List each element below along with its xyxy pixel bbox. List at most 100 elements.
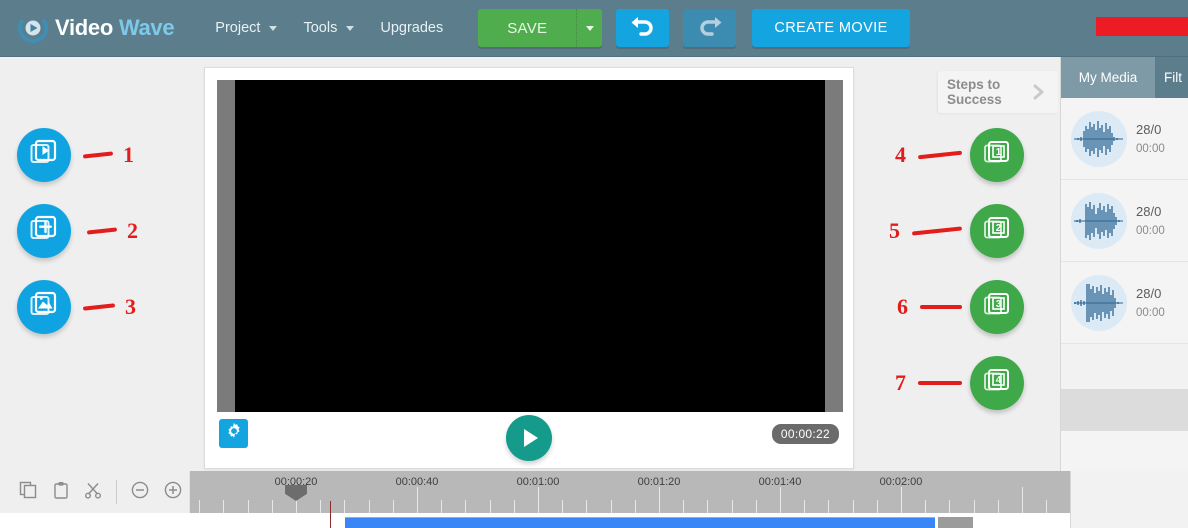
list-item[interactable]: 28/0 00:00	[1061, 180, 1188, 262]
tab-filters[interactable]: Filt	[1155, 57, 1188, 98]
video-preview-panel: 00:00:22	[204, 67, 854, 469]
step-button-2[interactable]: 2	[970, 204, 1024, 258]
add-image-button[interactable]	[17, 280, 71, 334]
zoom-in-button[interactable]	[157, 475, 189, 509]
toolbar-divider	[116, 480, 118, 504]
swirl-play-logo-icon	[18, 13, 48, 43]
ruler-tick-minor	[925, 500, 927, 513]
ruler-tick-major	[1022, 487, 1023, 513]
gear-icon	[225, 422, 243, 445]
list-item[interactable]: 28/0 00:00	[1061, 262, 1188, 344]
paste-button[interactable]	[44, 475, 76, 509]
stacked-image-icon	[29, 290, 59, 325]
ruler-time-label: 00:01:00	[516, 476, 560, 488]
redo-button[interactable]	[683, 9, 737, 47]
rail-row-2: 2	[17, 204, 138, 258]
ruler-tick-minor	[562, 500, 564, 513]
chevron-down-icon	[269, 25, 278, 31]
step-row-4: 7 4	[862, 356, 1032, 410]
stacked-frame-1-icon: 1	[982, 138, 1012, 173]
cut-button[interactable]	[77, 475, 109, 509]
nav-item-tools[interactable]: Tools	[290, 14, 367, 42]
paste-icon	[52, 481, 70, 504]
add-media-button[interactable]	[17, 204, 71, 258]
callout-number: 6	[897, 294, 908, 319]
timeline: 00:00:20 00:00:40 00:01:00 00:01:20 00:01:40…	[0, 471, 1188, 528]
step-button-1[interactable]: 1	[970, 128, 1024, 182]
preview-timecode: 00:00:22	[771, 424, 839, 444]
media-duration: 00:00	[1136, 143, 1165, 155]
ruler-tick-minor	[997, 500, 999, 513]
callout-5: 5	[862, 218, 963, 244]
add-video-button[interactable]	[17, 128, 71, 182]
timeline-clip-secondary[interactable]	[938, 517, 973, 528]
tab-my-media[interactable]: My Media	[1061, 57, 1155, 98]
svg-text:4: 4	[996, 375, 1002, 386]
zoom-out-button[interactable]	[124, 475, 156, 509]
timeline-tracks[interactable]	[190, 513, 1070, 528]
sidebar-divider	[1061, 389, 1188, 431]
save-button[interactable]: SAVE	[478, 9, 577, 47]
create-movie-button[interactable]: CREATE MOVIE	[752, 9, 910, 47]
media-meta: 28/0 00:00	[1136, 286, 1165, 319]
ruler-tick-minor	[271, 500, 273, 513]
callout-dash	[920, 305, 962, 309]
brand-text: Video Wave	[55, 15, 175, 41]
callout-1: 1	[82, 142, 134, 168]
ruler-tick-minor	[320, 500, 322, 513]
ruler-tick-minor	[489, 500, 491, 513]
brand: Video Wave	[18, 13, 175, 43]
undo-button[interactable]	[616, 9, 670, 47]
chevron-down-icon	[346, 25, 355, 31]
media-duration: 00:00	[1136, 225, 1165, 237]
rail-row-3: 3	[17, 280, 136, 334]
timeline-toolbar-underlay	[0, 513, 190, 528]
callout-number: 2	[127, 218, 138, 243]
step-button-3[interactable]: 3	[970, 280, 1024, 334]
ruler-tick-minor	[707, 500, 709, 513]
ruler-tick-major	[780, 487, 781, 513]
play-button[interactable]	[506, 415, 552, 461]
play-icon	[524, 429, 538, 447]
steps-header: Steps to Success	[938, 71, 1058, 113]
callout-7: 7	[862, 370, 962, 396]
svg-text:2: 2	[996, 223, 1002, 234]
stacked-frame-4-icon: 4	[982, 366, 1012, 401]
nav-label-project: Project	[215, 20, 261, 36]
timeline-ruler[interactable]: 00:00:20 00:00:40 00:01:00 00:01:20 00:01:40…	[190, 471, 1070, 513]
pillarbox-left	[217, 80, 235, 412]
save-button-group: SAVE	[478, 9, 603, 47]
callout-number: 3	[125, 294, 136, 319]
preview-settings-button[interactable]	[219, 419, 248, 448]
audio-waveform-icon	[1071, 192, 1127, 249]
left-action-rail: 1 2 3	[0, 57, 190, 471]
ruler-tick-minor	[223, 500, 225, 513]
step-button-4[interactable]: 4	[970, 356, 1024, 410]
nav-item-upgrades[interactable]: Upgrades	[367, 14, 456, 42]
ruler-tick-minor	[828, 500, 830, 513]
ruler-tick-major	[417, 487, 418, 513]
timeline-clip-video[interactable]	[345, 517, 935, 528]
callout-dash	[86, 227, 118, 235]
ruler-tick-minor	[610, 500, 612, 513]
ruler-tick-minor	[199, 500, 201, 513]
copy-icon	[19, 481, 37, 504]
pillarbox-right	[825, 80, 843, 412]
save-dropdown-toggle[interactable]	[576, 9, 603, 47]
chevron-down-icon	[585, 25, 594, 31]
ruler-tick-minor	[586, 500, 588, 513]
callout-dash	[917, 150, 963, 160]
ruler-tick-major	[659, 487, 660, 513]
chevron-right-icon	[1032, 84, 1046, 105]
steps-title-line1: Steps to	[947, 77, 1001, 92]
playhead-handle[interactable]	[285, 485, 307, 501]
steps-expand-button[interactable]	[1032, 83, 1046, 106]
list-item[interactable]: 28/0 00:00	[1061, 98, 1188, 180]
copy-button[interactable]	[12, 475, 44, 509]
video-editor-window: Video Wave Project Tools Upgrades SAVE C…	[0, 0, 1188, 528]
ruler-tick-minor	[852, 500, 854, 513]
step-row-1: 4 1	[862, 128, 1032, 182]
timeline-right-pad	[1070, 471, 1188, 528]
nav-item-project[interactable]: Project	[202, 14, 290, 42]
video-stage[interactable]	[217, 80, 843, 412]
